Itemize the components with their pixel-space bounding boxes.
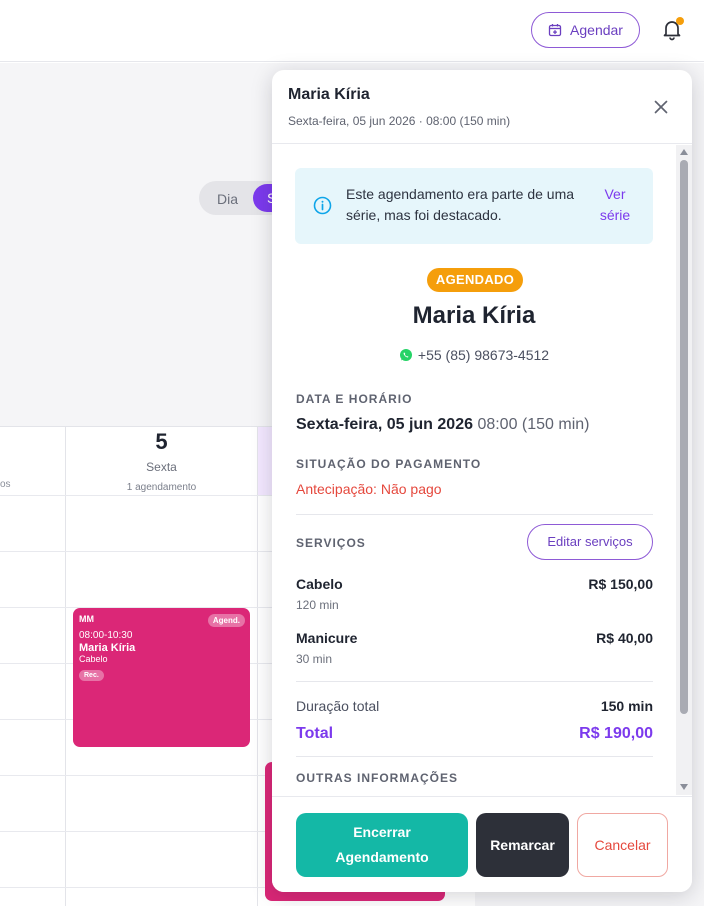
series-notice: Este agendamento era parte de uma série,… — [295, 168, 653, 244]
scroll-down-arrow-icon[interactable] — [680, 784, 688, 790]
scrollbar-thumb[interactable] — [680, 160, 688, 714]
end-appointment-label: Encerrar Agendamento — [335, 824, 429, 865]
client-name: Maria Kíria — [412, 302, 536, 329]
close-icon[interactable] — [652, 98, 670, 116]
day-number: 5 — [155, 429, 168, 454]
grid-column-line — [65, 427, 66, 906]
info-icon — [313, 196, 332, 215]
day-header[interactable]: 5 Sexta 1 agendamento — [66, 427, 257, 495]
panel-header: Maria Kíria Sexta-feira, 05 jun 2026 · 0… — [272, 70, 692, 144]
event-recurring-tag: Rec. — [79, 670, 104, 681]
appointment-date: Sexta-feira, 05 jun 2026 — [296, 416, 473, 433]
payment-section-label: SITUAÇÃO DO PAGAMENTO — [296, 457, 482, 471]
notification-dot — [676, 17, 684, 25]
panel-title: Maria Kíria — [288, 86, 370, 103]
appointment-detail-panel: Maria Kíria Sexta-feira, 05 jun 2026 · 0… — [272, 70, 692, 892]
service-duration: 30 min — [296, 652, 333, 666]
day-weekday: Sexta — [146, 460, 177, 474]
client-phone-number: +55 (85) 98673-4512 — [417, 347, 550, 363]
scroll-up-arrow-icon[interactable] — [680, 149, 688, 155]
service-duration: 120 min — [296, 598, 339, 612]
schedule-button[interactable]: Agendar — [531, 12, 640, 48]
event-service: Cabelo — [79, 654, 108, 664]
event-client: Maria Kíria — [79, 642, 136, 654]
divider — [296, 681, 653, 682]
view-series-link[interactable]: Ver série — [595, 184, 635, 226]
top-bar: Agendar — [0, 0, 704, 62]
schedule-button-label: Agendar — [570, 22, 623, 38]
services-section-label: SERVIÇOS — [296, 536, 366, 550]
divider — [296, 756, 653, 757]
service-price: R$ 40,00 — [596, 630, 653, 646]
status-badge: AGENDADO — [427, 268, 523, 292]
client-phone[interactable]: +55 (85) 98673-4512 — [272, 347, 676, 363]
series-notice-text: Este agendamento era parte de uma série,… — [346, 186, 575, 223]
cancel-button[interactable]: Cancelar — [577, 813, 668, 877]
view-day-option[interactable]: Dia — [217, 191, 238, 207]
panel-subtitle: Sexta-feira, 05 jun 2026 · 08:00 (150 mi… — [288, 114, 511, 128]
divider — [296, 514, 653, 515]
day-appointment-count: 1 agendamento — [126, 482, 197, 493]
end-appointment-button[interactable]: Encerrar Agendamento — [296, 813, 468, 877]
grid-column-line — [257, 427, 258, 906]
appointment-time: 08:00 (150 min) — [477, 416, 590, 433]
service-price: R$ 150,00 — [588, 576, 653, 592]
total-duration-value: 150 min — [600, 698, 653, 714]
edit-services-button[interactable]: Editar serviços — [527, 524, 653, 560]
payment-status: Antecipação: Não pago — [296, 481, 442, 497]
appointment-datetime: Sexta-feira, 05 jun 2026 08:00 (150 min) — [296, 416, 590, 434]
calendar-event[interactable]: MM Agend. 08:00-10:30 Maria Kíria Cabelo… — [73, 608, 250, 747]
date-section-label: DATA E HORÁRIO — [296, 392, 413, 406]
event-status-badge: Agend. — [207, 614, 245, 627]
total-duration-label: Duração total — [296, 698, 380, 714]
event-time: 08:00-10:30 — [79, 630, 133, 641]
reschedule-button[interactable]: Remarcar — [476, 813, 569, 877]
total-label: Total — [296, 725, 334, 742]
panel-body: Este agendamento era parte de uma série,… — [272, 145, 692, 795]
total-value: R$ 190,00 — [579, 725, 653, 742]
panel-footer: Encerrar Agendamento Remarcar Cancelar — [272, 796, 692, 892]
whatsapp-icon — [399, 349, 412, 361]
service-name: Manicure — [296, 630, 358, 646]
calendar-plus-icon — [548, 24, 562, 37]
service-name: Cabelo — [296, 576, 343, 592]
prev-day-count: os — [0, 479, 11, 490]
other-info-label: OUTRAS INFORMAÇÕES — [296, 771, 458, 785]
